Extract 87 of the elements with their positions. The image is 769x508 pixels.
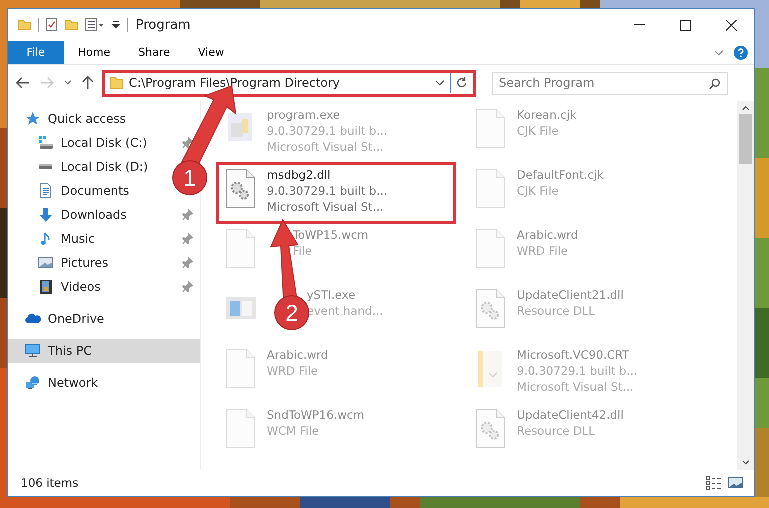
file-detail: WCM File — [267, 423, 320, 439]
drive-icon — [38, 164, 54, 170]
file-detail: File — [293, 243, 312, 259]
nav-item[interactable]: Local Disk (C:) — [61, 136, 148, 150]
file-name: ySTI.exe — [307, 287, 356, 303]
file-detail: WRD File — [267, 363, 318, 379]
nav-item[interactable]: Local Disk (D:) — [61, 160, 148, 174]
file-name: Arabic.wrd — [517, 227, 578, 243]
gear-file-icon[interactable] — [475, 409, 507, 449]
properties-icon[interactable] — [85, 18, 105, 32]
details-view-icon[interactable] — [706, 476, 722, 490]
file-detail: 9.0.30729.1 built b... — [267, 183, 388, 199]
nav-item[interactable]: Documents — [61, 184, 130, 198]
up-arrow-icon[interactable] — [82, 76, 94, 90]
chevron-down-icon[interactable] — [714, 50, 724, 56]
nav-item[interactable]: Network — [48, 376, 98, 390]
search-field[interactable]: Search Program — [492, 72, 728, 94]
nav-item[interactable]: This PC — [48, 344, 92, 358]
back-arrow-icon[interactable] — [16, 77, 30, 89]
nav-item[interactable]: OneDrive — [48, 312, 104, 326]
folder-icon[interactable] — [65, 18, 79, 32]
dropdown-icon[interactable] — [435, 80, 445, 86]
pin-icon[interactable] — [182, 233, 194, 245]
file-detail: Microsoft Visual St... — [267, 199, 384, 215]
file-tab[interactable]: File — [8, 41, 64, 64]
folder-icon[interactable] — [18, 18, 32, 32]
download-icon — [38, 207, 54, 223]
file-name: UpdateClient42.dll — [517, 407, 624, 423]
file-detail: CJK File — [517, 183, 559, 199]
film-icon — [38, 279, 54, 295]
search-icon[interactable] — [709, 78, 721, 90]
file-detail: 9.0.30729.1 built b... — [517, 363, 638, 379]
ribbon-tab[interactable]: Share — [124, 41, 184, 64]
file-detail: 9.0.30729.1 built b... — [267, 123, 388, 139]
callout-badge: 2 — [274, 296, 310, 330]
file-name: Korean.cjk — [517, 107, 577, 123]
folder-icon — [110, 76, 124, 90]
file-detail: Microsoft Visual St... — [517, 379, 634, 395]
ribbon-tab[interactable]: Home — [64, 41, 124, 64]
pin-icon[interactable] — [182, 257, 194, 269]
monitor-icon — [25, 343, 41, 359]
maximize-icon — [680, 20, 690, 30]
file-name: SndToWP16.wcm — [267, 407, 365, 423]
scroll-down-icon[interactable] — [742, 460, 750, 466]
star-icon — [25, 111, 41, 127]
file-name: Arabic.wrd — [267, 347, 328, 363]
minimize-icon — [634, 24, 644, 26]
scroll-up-icon[interactable] — [742, 105, 750, 111]
file-detail: WRD File — [517, 243, 568, 259]
checklist-icon[interactable] — [45, 18, 59, 32]
ribbon-tab[interactable]: View — [184, 41, 238, 64]
nav-item[interactable]: Music — [61, 232, 96, 246]
file-detail: Resource DLL — [517, 303, 596, 319]
pin-icon[interactable] — [182, 137, 194, 149]
image-icon — [38, 255, 54, 271]
file-name: ToWP15.wcm — [293, 227, 369, 243]
network-icon — [25, 375, 41, 391]
gear-file-icon[interactable] — [225, 169, 257, 209]
pin-icon[interactable] — [182, 281, 194, 293]
nav-item[interactable]: Downloads — [61, 208, 127, 222]
scrollbar[interactable] — [737, 101, 754, 470]
file-detail: Resource DLL — [517, 423, 596, 439]
file-detail: CJK File — [517, 123, 559, 139]
scrollbar-thumb[interactable] — [739, 114, 752, 164]
folder-path: C:\Program Files\Program Directory — [129, 76, 340, 90]
tiles-view-icon[interactable] — [728, 476, 744, 490]
file-name: DefaultFont.cjk — [517, 167, 604, 183]
item-count: 106 items — [21, 476, 79, 490]
close-icon — [726, 20, 736, 30]
file-detail: Microsoft Visual St... — [267, 139, 384, 155]
file-name: msdbg2.dll — [267, 167, 331, 183]
nav-item[interactable]: Videos — [61, 280, 101, 294]
file-name: program.exe — [267, 107, 340, 123]
window-title: Program — [136, 18, 191, 32]
file-name: Microsoft.VC90.CRT — [517, 347, 630, 363]
help-icon[interactable] — [734, 46, 748, 60]
callout-badge: 1 — [172, 160, 208, 196]
document-icon — [38, 183, 54, 199]
address-bar[interactable]: C:\Program Files\Program Directory — [104, 72, 474, 94]
refresh-icon[interactable] — [456, 77, 468, 89]
file-name: UpdateClient21.dll — [517, 287, 624, 303]
recent-dropdown-icon[interactable] — [64, 80, 72, 86]
nav-item[interactable]: Pictures — [61, 256, 109, 270]
gear-file-icon[interactable] — [475, 289, 507, 329]
nav-item[interactable]: Quick access — [48, 112, 126, 126]
pin-icon[interactable] — [182, 209, 194, 221]
drive-icon — [38, 135, 54, 151]
